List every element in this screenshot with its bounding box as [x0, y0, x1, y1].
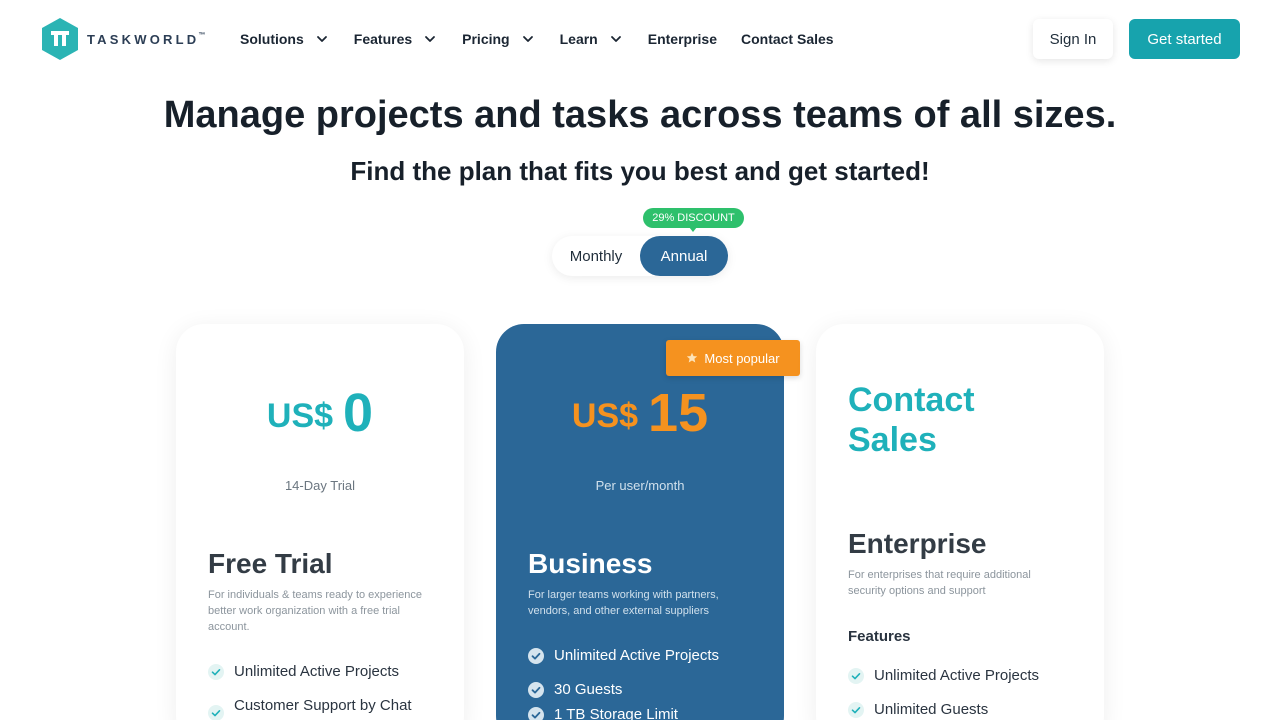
chevron-down-icon: [316, 36, 327, 42]
check-icon: [528, 682, 544, 698]
billing-toggle: Monthly Annual: [552, 236, 728, 276]
get-started-button[interactable]: Get started: [1129, 19, 1240, 59]
page-subtitle: Find the plan that fits you best and get…: [350, 156, 930, 186]
most-popular-badge: Most popular: [666, 340, 800, 376]
price-amount: 0: [343, 383, 374, 443]
check-icon: [848, 702, 864, 718]
plan-name: Free Trial: [208, 548, 333, 579]
menu-solutions[interactable]: Solutions: [240, 31, 330, 47]
price-amount: 15: [648, 383, 709, 443]
star-icon: [687, 352, 698, 363]
feature-item: Customer Support by Chat: [208, 697, 412, 720]
discount-badge-pointer: [689, 227, 697, 232]
menu-contact-sales[interactable]: Contact Sales: [741, 31, 834, 47]
plan-price: US$ 0: [176, 386, 464, 440]
plan-description: For larger teams working with partners, …: [528, 589, 719, 617]
price-note: Per user/month: [595, 478, 685, 493]
check-icon: [208, 705, 224, 720]
price-currency: US$: [571, 397, 639, 435]
check-icon: [208, 664, 224, 680]
chevron-down-icon: [425, 36, 436, 42]
brand-name: TASKWORLD™: [87, 31, 206, 47]
feature-item: Unlimited Active Projects: [528, 647, 719, 664]
menu-features[interactable]: Features: [354, 31, 438, 47]
plan-card-free: US$ 0 14-Day Trial Free Trial For indivi…: [176, 324, 464, 720]
most-popular-label: Most popular: [704, 350, 780, 366]
feature-label: 1 TB Storage Limit: [554, 706, 678, 720]
chevron-down-icon: [610, 36, 621, 42]
billing-monthly-option[interactable]: Monthly: [552, 236, 640, 276]
feature-label: Unlimited Guests: [874, 701, 989, 718]
chevron-down-icon: [522, 36, 533, 42]
menu-pricing-label: Pricing: [462, 31, 510, 47]
menu-enterprise-label: Enterprise: [647, 31, 717, 47]
plan-card-business: Most popular US$ 15 Per user/month Busin…: [496, 324, 800, 720]
feature-label: 30 Guests: [554, 681, 623, 698]
menu-enterprise[interactable]: Enterprise: [648, 31, 717, 47]
top-nav: TASKWORLD™ Solutions Features Pricing Le…: [0, 0, 1280, 78]
menu-solutions-label: Solutions: [240, 31, 304, 47]
feature-label: Unlimited Active Projects: [554, 647, 720, 664]
main-menu: Solutions Features Pricing Learn Enterpr…: [240, 28, 858, 50]
menu-learn[interactable]: Learn: [560, 31, 624, 47]
taskworld-logo[interactable]: TASKWORLD™: [40, 17, 205, 61]
contact-sales-headline: Contact Sales: [848, 381, 975, 459]
feature-item: Unlimited Active Projects: [208, 663, 399, 680]
sign-in-button[interactable]: Sign In: [1033, 19, 1113, 59]
plan-name: Business: [528, 548, 653, 579]
feature-label: Customer Support by Chat: [234, 697, 412, 714]
feature-item: 1 TB Storage Limit: [528, 706, 678, 720]
price-note: 14-Day Trial: [284, 478, 356, 493]
billing-annual-option[interactable]: Annual: [640, 236, 728, 276]
check-icon: [528, 648, 544, 664]
feature-label: Unlimited Active Projects: [234, 663, 400, 680]
plan-description: For enterprises that require additional …: [848, 569, 1031, 597]
plan-card-enterprise: Contact Sales Enterprise For enterprises…: [816, 324, 1104, 720]
features-heading: Features: [848, 628, 911, 645]
discount-badge: 29% DISCOUNT: [643, 208, 744, 228]
menu-contact-sales-label: Contact Sales: [740, 31, 834, 47]
check-icon: [848, 668, 864, 684]
menu-learn-label: Learn: [559, 31, 598, 47]
feature-item: Unlimited Active Projects: [848, 667, 1039, 684]
menu-pricing[interactable]: Pricing: [462, 31, 535, 47]
feature-item: Unlimited Guests: [848, 701, 988, 718]
check-icon: [528, 707, 544, 720]
plan-name: Enterprise: [848, 528, 987, 559]
plan-price: US$ 15: [496, 386, 784, 440]
taskworld-logo-icon: [42, 18, 78, 60]
price-currency: US$: [266, 397, 334, 435]
plan-description: For individuals & teams ready to experie…: [208, 589, 422, 633]
feature-label: Unlimited Active Projects: [874, 667, 1040, 684]
menu-features-label: Features: [353, 31, 413, 47]
feature-item: 30 Guests: [528, 681, 622, 698]
page-title: Manage projects and tasks across teams o…: [163, 94, 1117, 136]
